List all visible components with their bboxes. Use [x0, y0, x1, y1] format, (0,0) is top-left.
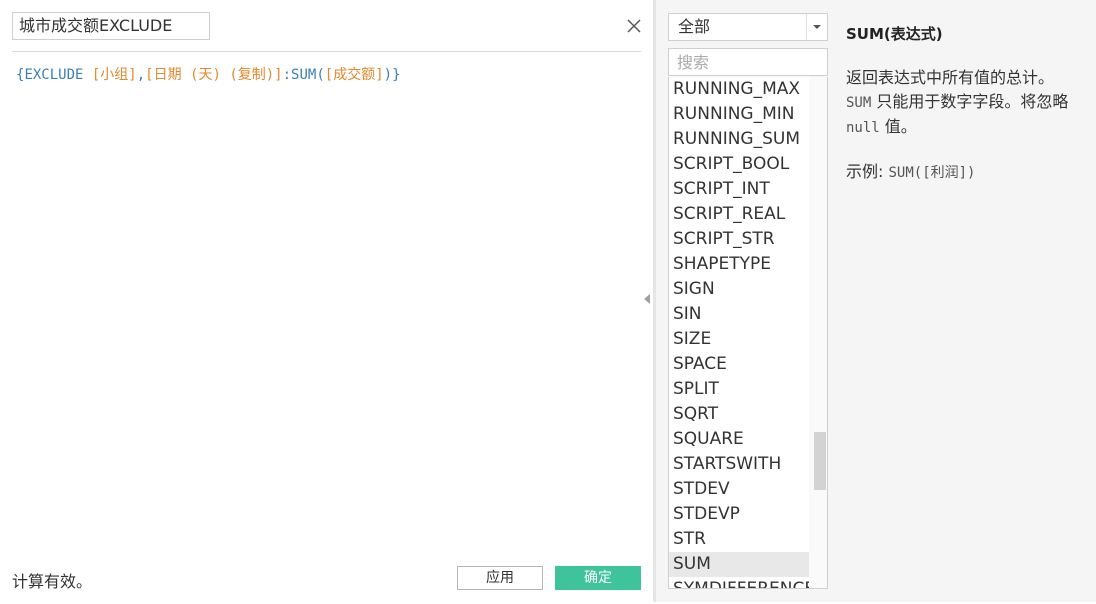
function-list-item[interactable]: STDEVP	[669, 502, 809, 527]
function-list-item[interactable]: SQRT	[669, 402, 809, 427]
function-list-item[interactable]: SPACE	[669, 352, 809, 377]
function-list-item[interactable]: SYMDIFFERENCE	[669, 577, 809, 588]
function-list-item[interactable]: STR	[669, 527, 809, 552]
function-list[interactable]: RUNNING_MAX RUNNING_MIN RUNNING_SUM SCRIPT_…	[668, 77, 828, 589]
validation-status: 计算有效。	[12, 572, 93, 591]
formula-token-field: [小组]	[91, 67, 137, 83]
desc-code-sum: SUM	[846, 95, 872, 111]
function-list-item[interactable]: SHAPETYPE	[669, 252, 809, 277]
function-list-scrollbar[interactable]	[809, 77, 827, 588]
function-list-item[interactable]: SPLIT	[669, 377, 809, 402]
collapse-arrow-icon[interactable]	[644, 294, 650, 304]
calculation-editor: 城市成交额EXCLUDE {EXCLUDE [小组],[日期 (天) (复制)]…	[0, 0, 653, 602]
function-list-item[interactable]: SUM	[669, 552, 809, 577]
apply-button[interactable]: 应用	[457, 566, 543, 590]
formula-token-punct: :	[282, 67, 292, 83]
function-reference-pane: 全部 RUNNING_MAXRUNNING_MINRUNNING_SUMSCRI…	[656, 0, 1096, 602]
function-example: 示例: SUM([利润])	[846, 160, 1086, 185]
formula-token-brace: }	[392, 67, 401, 83]
formula-token-field: [日期 (天) (复制)]	[145, 67, 283, 83]
function-list-item[interactable]: SQUARE	[669, 427, 809, 452]
desc-code-null: null	[846, 120, 880, 136]
function-list-item[interactable]: STDEV	[669, 477, 809, 502]
desc-line3: 值。	[879, 117, 917, 136]
function-search-input[interactable]	[668, 48, 828, 76]
category-selected-label: 全部	[678, 17, 711, 36]
function-list-item[interactable]: SCRIPT_REAL	[669, 202, 809, 227]
function-category-select[interactable]: 全部	[668, 13, 828, 41]
formula-token-kw: SUM	[291, 67, 317, 83]
function-list-item[interactable]: SCRIPT_BOOL	[669, 152, 809, 177]
function-description: SUM(表达式) 返回表达式中所有值的总计。 SUM 只能用于数字字段。将忽略 n…	[846, 24, 1086, 185]
example-label: 示例:	[846, 162, 889, 181]
function-list-item[interactable]: RUNNING_MIN	[669, 102, 809, 127]
formula-editor[interactable]: {EXCLUDE [小组],[日期 (天) (复制)]:SUM([成交额])}	[16, 64, 636, 544]
scrollbar-thumb[interactable]	[814, 432, 826, 490]
formula-token-punct: )	[383, 67, 393, 83]
desc-line1: 返回表达式中所有值的总计。	[846, 68, 1055, 87]
chevron-down-icon[interactable]	[806, 14, 827, 40]
calc-name-input[interactable]: 城市成交额EXCLUDE	[12, 12, 210, 40]
formula-token-kw: EXCLUDE	[24, 67, 92, 83]
example-code: SUM([利润])	[888, 165, 976, 181]
function-list-item[interactable]: SCRIPT_INT	[669, 177, 809, 202]
function-list-item[interactable]: SCRIPT_STR	[669, 227, 809, 252]
function-list-item[interactable]: STARTSWITH	[669, 452, 809, 477]
function-list-item[interactable]: SIN	[669, 302, 809, 327]
function-list-item[interactable]: RUNNING_SUM	[669, 127, 809, 152]
formula-token-punct: (	[316, 67, 325, 83]
formula-token-punct: ,	[136, 67, 146, 83]
function-description-text: 返回表达式中所有值的总计。 SUM 只能用于数字字段。将忽略 null 值。	[846, 66, 1086, 140]
function-signature: SUM(表达式)	[846, 25, 943, 43]
function-list-item[interactable]: RUNNING_MAX	[669, 77, 809, 102]
desc-line2: 只能用于数字字段。将忽略	[871, 92, 1069, 111]
function-list-items: RUNNING_MAX RUNNING_MIN RUNNING_SUM SCRIPT_…	[669, 77, 809, 588]
ok-button[interactable]: 确定	[555, 566, 641, 590]
function-list-item[interactable]: SIGN	[669, 277, 809, 302]
function-list-item[interactable]: SIZE	[669, 327, 809, 352]
close-icon[interactable]	[624, 16, 644, 36]
header-divider	[12, 51, 641, 52]
formula-token-field: [成交额]	[324, 67, 384, 83]
